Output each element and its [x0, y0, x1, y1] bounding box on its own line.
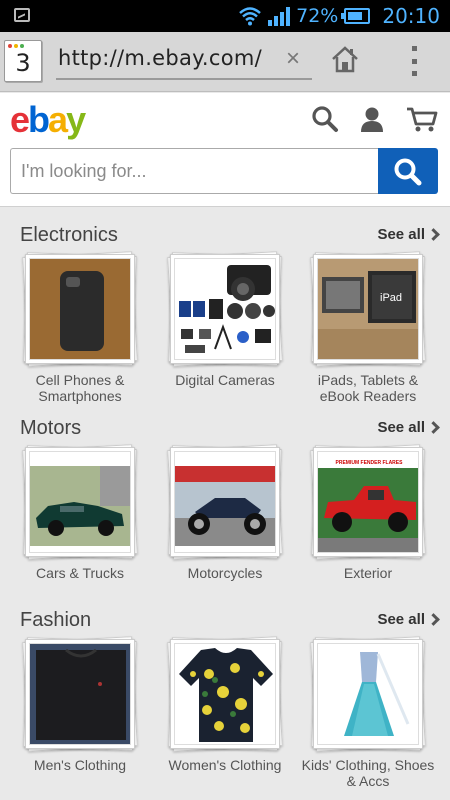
clear-url-icon[interactable]: ×: [286, 46, 300, 72]
category-label: Exterior: [343, 565, 393, 581]
status-bar: 72% 20:10: [0, 0, 450, 32]
category-cars-trucks[interactable]: Cars & Trucks: [22, 444, 138, 581]
category-digital-cameras[interactable]: Digital Cameras: [167, 251, 283, 388]
home-icon[interactable]: [330, 44, 360, 74]
section-title: Fashion: [20, 609, 92, 631]
status-icons: 72% 20:10: [238, 4, 440, 28]
category-label: Kids' Clothing, Shoes: [301, 757, 435, 773]
ipad-image: iPad: [317, 258, 419, 360]
url-text[interactable]: http://m.ebay.com/: [58, 46, 262, 70]
category-label: Men's Clothing: [33, 757, 127, 773]
category-ipads-tablets[interactable]: iPad iPads, Tablets & eBook Readers: [310, 251, 426, 404]
category-label: Women's Clothing: [168, 757, 282, 773]
truck-image: PREMIUM FENDER FLARES: [317, 451, 419, 553]
category-label: Motorcycles: [187, 565, 263, 581]
url-field[interactable]: http://m.ebay.com/ ×: [56, 42, 312, 80]
clock: 20:10: [382, 4, 440, 28]
window-dots-icon: [8, 44, 24, 48]
category-motorcycles[interactable]: Motorcycles: [167, 444, 283, 581]
tab-count: 3: [15, 49, 31, 77]
womens-top-image: [174, 643, 276, 745]
site-header: ebay I'm looking for...: [0, 93, 450, 207]
signal-icon: [268, 6, 291, 26]
search-icon[interactable]: [311, 105, 339, 133]
section-title: Motors: [20, 417, 82, 439]
chevron-right-icon: [427, 613, 440, 626]
category-womens-clothing[interactable]: Women's Clothing: [167, 636, 283, 773]
category-kids-clothing[interactable]: Kids' Clothing, Shoes & Accs: [302, 636, 434, 789]
search-icon: [394, 158, 422, 186]
user-icon[interactable]: [358, 105, 386, 133]
camera-kit-image: [174, 258, 276, 360]
cell-phone-image: [29, 258, 131, 360]
category-mens-clothing[interactable]: Men's Clothing: [22, 636, 138, 773]
category-label: iPads, Tablets &: [317, 372, 419, 388]
ebay-logo[interactable]: ebay: [10, 99, 86, 141]
category-cell-phones[interactable]: Cell Phones & Smartphones: [22, 251, 138, 404]
search-placeholder: I'm looking for...: [21, 161, 147, 181]
see-all-link[interactable]: See all: [377, 611, 440, 628]
browser-toolbar: 3 http://m.ebay.com/ ×: [0, 32, 450, 92]
see-all-link[interactable]: See all: [377, 419, 440, 436]
see-all-link[interactable]: See all: [377, 226, 440, 243]
category-exterior[interactable]: PREMIUM FENDER FLARES Exterior: [310, 444, 426, 581]
category-label: Cell Phones &: [35, 372, 125, 388]
svg-text:iPad: iPad: [380, 292, 402, 304]
battery-icon: [341, 8, 371, 24]
section-fashion: Fashion See all Men's Clothing Women's C…: [0, 609, 450, 800]
car-image: [29, 451, 131, 553]
kids-dress-image: [317, 643, 419, 745]
category-label: Cars & Trucks: [36, 565, 124, 581]
search-button[interactable]: [378, 148, 438, 194]
chevron-right-icon: [427, 228, 440, 241]
section-electronics: Electronics See all Cell Phones & Smartph…: [0, 224, 450, 414]
battery-percent: 72%: [296, 5, 339, 27]
chevron-right-icon: [427, 421, 440, 434]
mens-shirt-image: [29, 643, 131, 745]
category-label: Digital Cameras: [175, 372, 275, 388]
motorcycle-image: [174, 451, 276, 553]
search-input[interactable]: I'm looking for...: [10, 148, 378, 194]
cart-icon[interactable]: [406, 105, 438, 133]
svg-text:PREMIUM FENDER FLARES: PREMIUM FENDER FLARES: [336, 460, 404, 466]
section-title: Electronics: [20, 224, 118, 246]
wifi-icon: [239, 7, 261, 26]
section-motors: Motors See all Cars & Trucks Motorcycles…: [0, 417, 450, 607]
gallery-notification-icon: [14, 8, 30, 22]
overflow-menu-icon[interactable]: [408, 46, 420, 76]
tab-switcher-button[interactable]: 3: [4, 40, 42, 82]
